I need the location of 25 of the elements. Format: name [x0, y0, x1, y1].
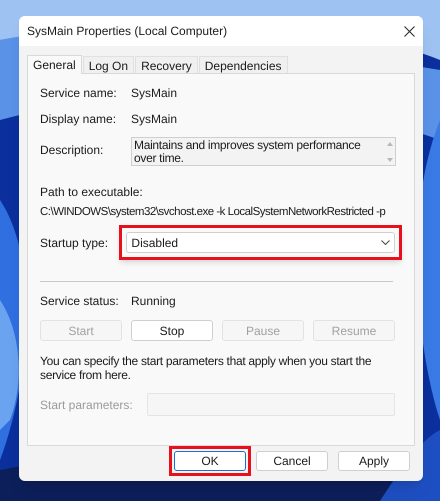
- window-title: SysMain Properties (Local Computer): [27, 23, 228, 40]
- field-label: Description:: [40, 142, 104, 159]
- dialog-button[interactable]: Apply: [338, 451, 410, 471]
- service-button[interactable]: Stop: [131, 320, 213, 342]
- close-icon[interactable]: [404, 26, 415, 36]
- hint-text: You can specify the start parameters that apply when you start the service from here.: [40, 354, 372, 382]
- tab[interactable]: General: [27, 55, 82, 74]
- dialog-button[interactable]: OK: [174, 451, 246, 471]
- tab[interactable]: Log On: [82, 56, 134, 73]
- description-text: Maintains and improves system performance over time.: [133, 138, 362, 165]
- field-label: Service name:: [40, 85, 118, 102]
- tab[interactable]: Dependencies: [198, 56, 288, 73]
- field-label: Display name:: [40, 111, 118, 128]
- field-label: Startup type:: [40, 234, 110, 252]
- dialog-button[interactable]: Cancel: [256, 451, 328, 471]
- chevron-down-icon: [381, 240, 390, 246]
- field-value: SysMain: [131, 111, 178, 128]
- startup-type-dropdown[interactable]: Disabled: [126, 232, 395, 254]
- field-value: SysMain: [131, 85, 178, 102]
- tab[interactable]: Recovery: [135, 56, 198, 73]
- field-label: Start parameters:: [40, 396, 134, 414]
- field-label: Path to executable:: [40, 184, 144, 201]
- service-status-value: Running: [131, 293, 176, 310]
- executable-path: C:\WINDOWS\system32\svchost.exe -k LocalSystemNetworkRestricted -p: [40, 205, 386, 220]
- field-label: Service status:: [40, 293, 120, 310]
